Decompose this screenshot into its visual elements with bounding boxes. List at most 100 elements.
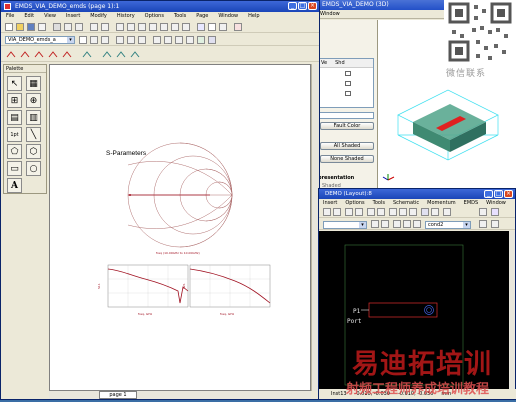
menu-page[interactable]: Page — [191, 12, 213, 21]
zoom-in-icon[interactable] — [389, 208, 397, 216]
arrow-select-icon[interactable]: ↖ — [7, 76, 22, 91]
select-icon[interactable] — [138, 23, 146, 31]
menu-window[interactable]: Window — [482, 199, 510, 207]
chevron-down-icon[interactable]: ▾ — [463, 222, 470, 228]
optimize-icon[interactable] — [138, 36, 146, 44]
layout-icon[interactable] — [164, 36, 172, 44]
redo-icon[interactable] — [101, 23, 109, 31]
maximize-button[interactable]: □ — [298, 2, 307, 10]
none-shaded-button[interactable]: None Shaded — [320, 155, 374, 163]
menu-window[interactable]: Window — [320, 11, 340, 17]
maximize-button[interactable]: □ — [494, 190, 503, 198]
new-icon[interactable] — [5, 23, 13, 31]
3d-view-icon[interactable] — [431, 208, 439, 216]
fault-color-button[interactable]: Fault Color — [320, 122, 374, 130]
horizontal-scrollbar[interactable] — [49, 391, 311, 399]
layer-view-icon[interactable] — [491, 220, 499, 228]
path-icon[interactable] — [403, 220, 411, 228]
menu-momentum[interactable]: Momentum — [423, 199, 460, 207]
move-icon[interactable] — [367, 208, 375, 216]
menu-options[interactable]: Options — [140, 12, 169, 21]
minimize-button[interactable]: _ — [288, 2, 297, 10]
circle-tool-icon[interactable]: ○ — [26, 161, 41, 176]
emds-icon[interactable] — [479, 208, 487, 216]
simulate-icon[interactable] — [116, 36, 124, 44]
save-icon[interactable] — [27, 23, 35, 31]
paste-icon[interactable] — [75, 23, 83, 31]
menu-insert[interactable]: Insert — [319, 199, 341, 207]
close-button[interactable]: × — [504, 190, 513, 198]
edit-component-icon[interactable] — [79, 36, 87, 44]
menu-window[interactable]: Window — [213, 12, 243, 21]
stop-icon[interactable] — [234, 23, 242, 31]
menu-options[interactable]: Options — [341, 199, 368, 207]
ground-icon[interactable] — [381, 220, 389, 228]
component-icon[interactable] — [197, 23, 205, 31]
rectangular-plot-icon[interactable]: ⊞ — [7, 93, 22, 108]
netlist-icon[interactable] — [197, 36, 205, 44]
menu-modify[interactable]: Modify — [85, 12, 112, 21]
menu-edit[interactable]: Edit — [19, 12, 39, 21]
check-icon[interactable] — [186, 36, 194, 44]
shaded-checkbox[interactable] — [345, 81, 351, 86]
polygon-icon[interactable]: ⬡ — [26, 144, 41, 159]
wire-icon[interactable] — [219, 23, 227, 31]
zoom-out-icon[interactable] — [171, 23, 179, 31]
copy-icon[interactable] — [64, 23, 72, 31]
smith-chart-icon[interactable]: ⊕ — [26, 93, 41, 108]
data-display-icon[interactable] — [153, 36, 161, 44]
view-all-icon[interactable] — [409, 208, 417, 216]
menu-tools[interactable]: Tools — [169, 12, 191, 21]
redo-icon[interactable] — [355, 208, 363, 216]
port-icon[interactable] — [371, 220, 379, 228]
view-all-icon[interactable] — [182, 23, 190, 31]
grid-table-icon[interactable]: ▦ — [26, 76, 41, 91]
menu-help[interactable]: Help — [243, 12, 264, 21]
menu-schematic[interactable]: Schematic — [389, 199, 423, 207]
chevron-down-icon[interactable]: ▾ — [67, 37, 74, 43]
tune-icon[interactable] — [127, 36, 135, 44]
design-selector[interactable]: VIA_DEMO_emds_a ▾ — [5, 36, 75, 44]
symbol-icon[interactable] — [208, 36, 216, 44]
text-tool-icon[interactable]: A — [7, 178, 22, 193]
move-icon[interactable] — [116, 23, 124, 31]
layout-vertical-scrollbar[interactable] — [509, 231, 515, 391]
3d-model-icon[interactable] — [491, 208, 499, 216]
open-folder-icon[interactable] — [16, 23, 24, 31]
close-button[interactable]: × — [308, 2, 317, 10]
pop-out-icon[interactable] — [101, 36, 109, 44]
undo-icon[interactable] — [90, 23, 98, 31]
shaded-checkbox[interactable] — [345, 91, 351, 96]
layer-visibility-table[interactable]: Ve Shd — [318, 58, 374, 108]
copy-icon[interactable] — [323, 208, 331, 216]
entry-mode-combo[interactable]: ▾ — [323, 221, 367, 229]
trace-icon[interactable] — [413, 220, 421, 228]
rectangle-tool-icon[interactable]: ▭ — [7, 161, 22, 176]
page-icon[interactable] — [208, 23, 216, 31]
menu-history[interactable]: History — [112, 12, 140, 21]
simulate-icon[interactable] — [443, 208, 451, 216]
zoom-out-icon[interactable] — [399, 208, 407, 216]
chevron-down-icon[interactable]: ▾ — [359, 222, 366, 228]
all-shaded-button[interactable]: All Shaded — [320, 142, 374, 150]
menu-view[interactable]: View — [39, 12, 61, 21]
push-into-icon[interactable] — [90, 36, 98, 44]
equation-icon[interactable]: 1pt — [7, 127, 22, 142]
property-field[interactable] — [318, 112, 374, 119]
polyline-icon[interactable]: ⬠ — [7, 144, 22, 159]
line-tool-icon[interactable]: ╲ — [26, 127, 41, 142]
menu-file[interactable]: File — [1, 12, 19, 21]
stacked-plot-icon[interactable]: ▤ — [7, 110, 22, 125]
rotate-icon[interactable] — [377, 208, 385, 216]
generate-layout-icon[interactable] — [175, 36, 183, 44]
layer-preferences-icon[interactable] — [479, 220, 487, 228]
cut-icon[interactable] — [53, 23, 61, 31]
zoom-in-icon[interactable] — [160, 23, 168, 31]
grid-icon[interactable] — [421, 208, 429, 216]
menu-tools[interactable]: Tools — [369, 199, 389, 207]
data-display-canvas[interactable]: S-Parameters freq (10.00GHz to 10.00GHz)… — [49, 64, 311, 391]
minimize-button[interactable]: _ — [484, 190, 493, 198]
menu-insert[interactable]: Insert — [61, 12, 85, 21]
shaded-checkbox[interactable] — [345, 71, 351, 76]
component-library-icon[interactable] — [393, 220, 401, 228]
